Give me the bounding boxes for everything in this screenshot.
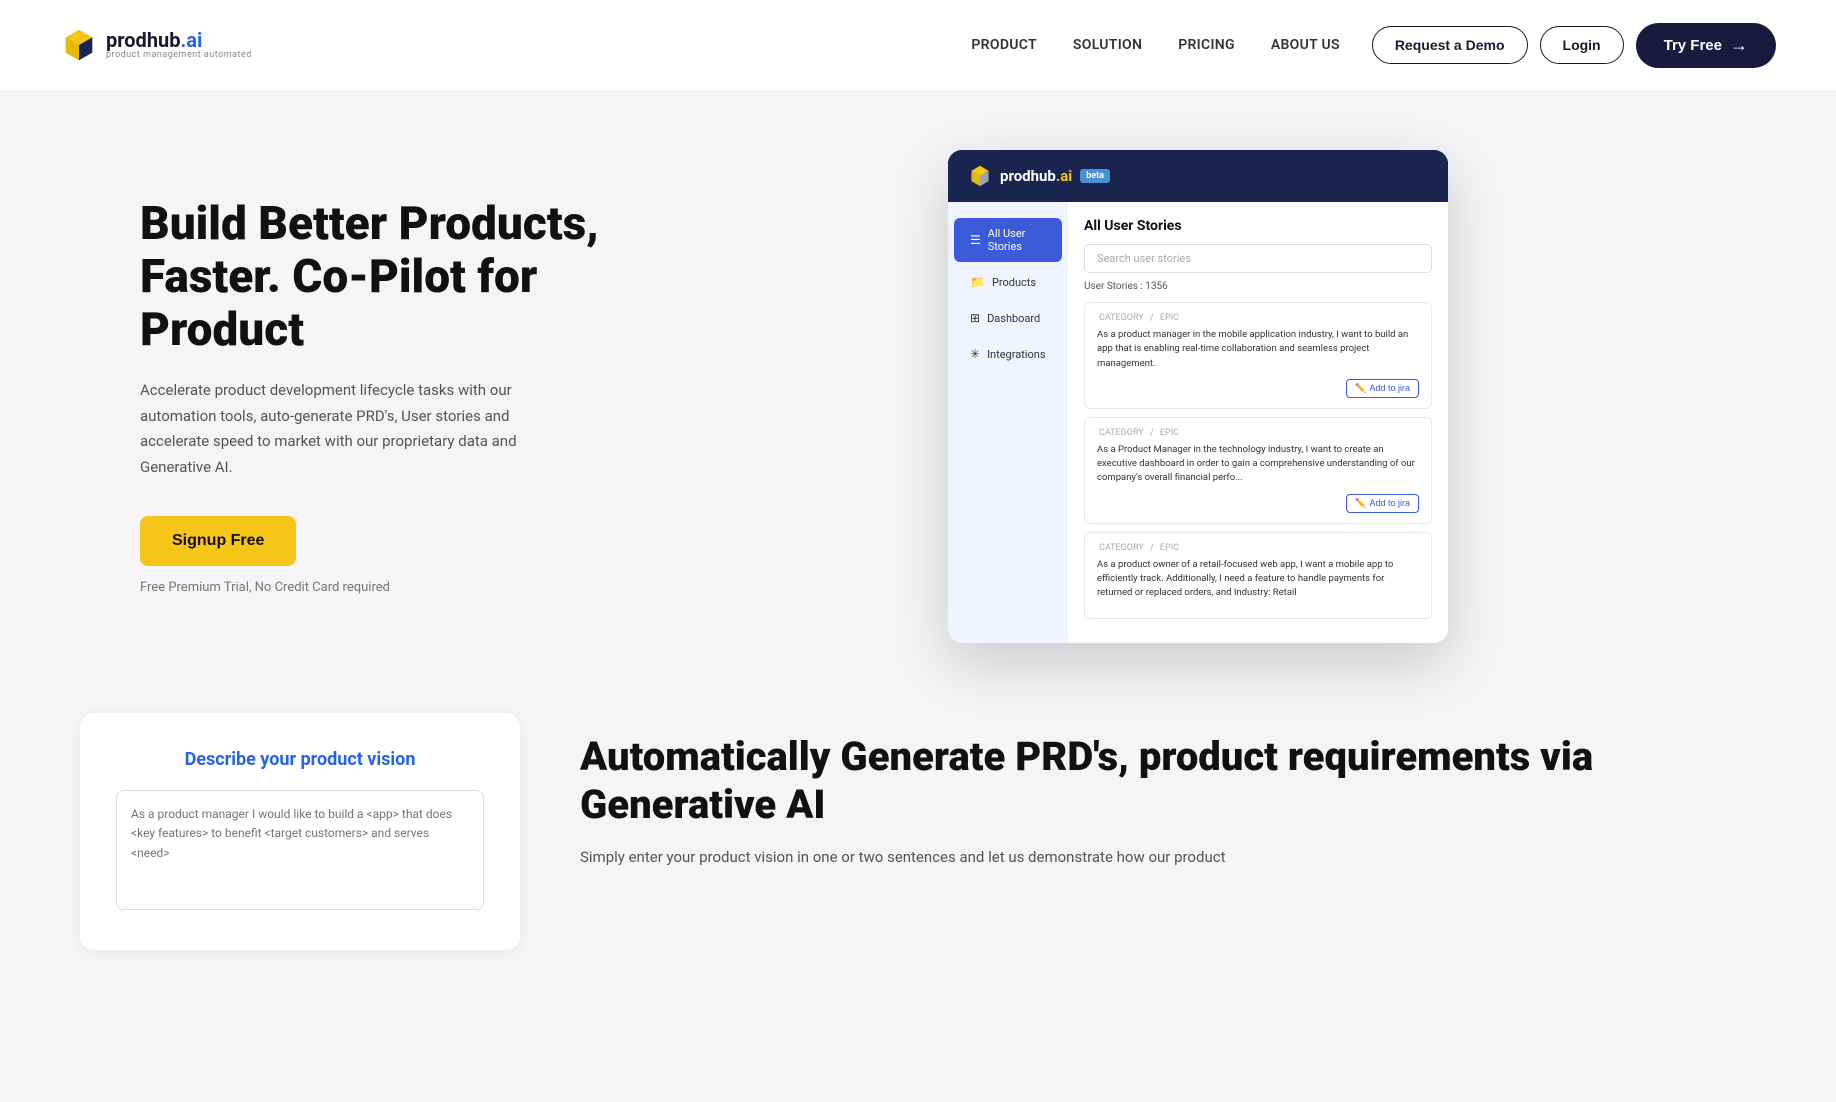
app-beta-badge: beta <box>1080 169 1110 183</box>
story-epic-2: EPIC <box>1160 428 1179 438</box>
navbar: prodhub.ai product management automated … <box>0 0 1836 90</box>
hero-right: prodhub.ai beta ☰ All User Stories 📁 Pro… <box>700 150 1696 643</box>
dashboard-icon: ⊞ <box>970 311 980 325</box>
app-body: ☰ All User Stories 📁 Products ⊞ Dashboar… <box>948 202 1448 643</box>
logo-name: prodhub.ai <box>106 29 252 51</box>
app-sidebar: ☰ All User Stories 📁 Products ⊞ Dashboar… <box>948 202 1068 643</box>
story-meta-2: CATEGORY / EPIC <box>1097 428 1419 438</box>
vision-textarea[interactable] <box>116 790 484 910</box>
app-main-panel: All User Stories Search user stories Use… <box>1068 202 1448 643</box>
app-logo-ai: .ai <box>1056 167 1072 185</box>
bottom-right-panel: Automatically Generate PRD's, product re… <box>580 713 1756 871</box>
app-search-box[interactable]: Search user stories <box>1084 244 1432 273</box>
separator-3: / <box>1150 543 1156 553</box>
sidebar-label-dashboard: Dashboard <box>987 312 1040 325</box>
app-mockup: prodhub.ai beta ☰ All User Stories 📁 Pro… <box>948 150 1448 643</box>
story-epic-1: EPIC <box>1160 313 1179 323</box>
edit-icon-2: ✏️ <box>1355 498 1366 509</box>
sidebar-label-stories: All User Stories <box>988 227 1046 253</box>
sidebar-item-integrations[interactable]: ✳ Integrations <box>954 338 1062 370</box>
sidebar-item-dashboard[interactable]: ⊞ Dashboard <box>954 302 1062 334</box>
nav-solution[interactable]: SOLUTION <box>1073 37 1142 53</box>
app-logo-icon <box>968 164 992 188</box>
add-btn-label-1: Add to jira <box>1369 383 1410 393</box>
bottom-section: Describe your product vision Automatical… <box>0 713 1836 1010</box>
nav-about[interactable]: ABOUT US <box>1271 37 1340 53</box>
nav-links: PRODUCT SOLUTION PRICING ABOUT US <box>971 37 1339 53</box>
hero-left: Build Better Products, Faster. Co-Pilot … <box>140 198 620 596</box>
edit-icon-1: ✏️ <box>1355 383 1366 394</box>
nav-pricing[interactable]: PRICING <box>1178 37 1235 53</box>
try-free-button[interactable]: Try Free → <box>1636 23 1776 68</box>
app-story-count: User Stories : 1356 <box>1084 281 1432 292</box>
try-free-label: Try Free <box>1664 37 1722 54</box>
nav-actions: Request a Demo Login Try Free → <box>1372 23 1776 68</box>
hero-note: Free Premium Trial, No Credit Card requi… <box>140 580 620 595</box>
story-card-2: CATEGORY / EPIC As a Product Manager in … <box>1084 417 1432 524</box>
integrations-icon: ✳ <box>970 347 980 361</box>
products-icon: 📁 <box>970 275 985 289</box>
story-action-1: ✏️ Add to jira <box>1097 379 1419 398</box>
bottom-right-title: Automatically Generate PRD's, product re… <box>580 733 1756 829</box>
separator-2: / <box>1150 428 1156 438</box>
story-text-1: As a product manager in the mobile appli… <box>1097 328 1419 371</box>
story-category-3: CATEGORY <box>1099 543 1144 553</box>
app-main-title: All User Stories <box>1084 218 1432 234</box>
story-meta-1: CATEGORY / EPIC <box>1097 313 1419 323</box>
app-logo-name: prodhub.ai <box>1000 167 1072 185</box>
bottom-right-desc: Simply enter your product vision in one … <box>580 845 1756 871</box>
hero-description: Accelerate product development lifecycle… <box>140 378 580 480</box>
arrow-icon: → <box>1730 35 1748 56</box>
story-text-3: As a product owner of a retail-focused w… <box>1097 558 1419 601</box>
nav-product[interactable]: PRODUCT <box>971 37 1037 53</box>
add-to-jira-2[interactable]: ✏️ Add to jira <box>1346 494 1419 513</box>
bottom-vision-title: Describe your product vision <box>116 749 484 770</box>
sidebar-label-integrations: Integrations <box>987 348 1045 361</box>
add-btn-label-2: Add to jira <box>1369 498 1410 508</box>
separator-1: / <box>1150 313 1156 323</box>
request-demo-button[interactable]: Request a Demo <box>1372 26 1528 64</box>
story-text-2: As a Product Manager in the technology i… <box>1097 443 1419 486</box>
story-category-1: CATEGORY <box>1099 313 1144 323</box>
hero-title: Build Better Products, Faster. Co-Pilot … <box>140 198 620 357</box>
login-button[interactable]: Login <box>1540 26 1624 64</box>
story-meta-3: CATEGORY / EPIC <box>1097 543 1419 553</box>
app-header: prodhub.ai beta <box>948 150 1448 202</box>
logo-icon <box>60 26 98 64</box>
hero-section: Build Better Products, Faster. Co-Pilot … <box>0 90 1836 713</box>
story-card-1: CATEGORY / EPIC As a product manager in … <box>1084 302 1432 409</box>
story-action-2: ✏️ Add to jira <box>1097 494 1419 513</box>
story-category-2: CATEGORY <box>1099 428 1144 438</box>
story-card-3: CATEGORY / EPIC As a product owner of a … <box>1084 532 1432 620</box>
sidebar-label-products: Products <box>992 276 1036 289</box>
signup-button[interactable]: Signup Free <box>140 516 296 566</box>
bottom-left-panel: Describe your product vision <box>80 713 520 950</box>
logo-subtitle: product management automated <box>106 51 252 61</box>
stories-icon: ☰ <box>970 233 981 247</box>
add-to-jira-1[interactable]: ✏️ Add to jira <box>1346 379 1419 398</box>
story-epic-3: EPIC <box>1160 543 1179 553</box>
sidebar-item-stories[interactable]: ☰ All User Stories <box>954 218 1062 262</box>
sidebar-item-products[interactable]: 📁 Products <box>954 266 1062 298</box>
nav-logo: prodhub.ai product management automated <box>60 26 252 64</box>
logo-ai: .ai <box>180 28 202 52</box>
